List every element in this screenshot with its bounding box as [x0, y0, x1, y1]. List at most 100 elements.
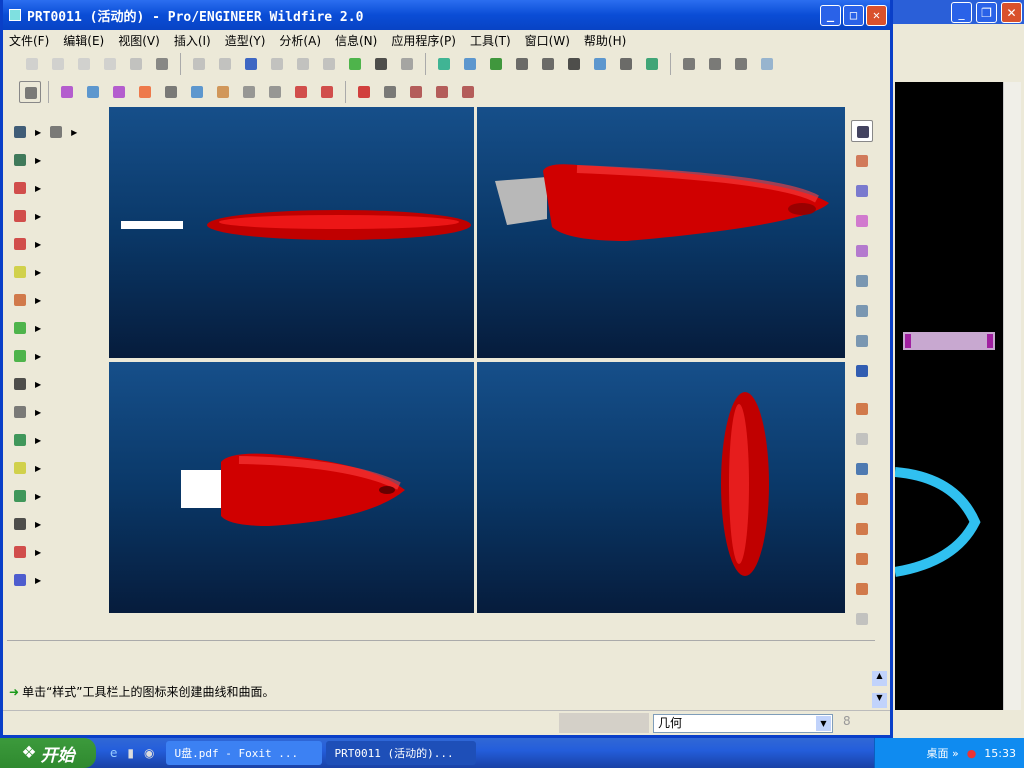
viewport-top-right[interactable] [477, 107, 845, 358]
wireframe-icon[interactable] [678, 53, 700, 75]
style-mode-icon[interactable] [19, 81, 41, 103]
scatter-icon[interactable] [9, 541, 31, 563]
hide-all-icon[interactable] [353, 81, 375, 103]
boundary-icon[interactable] [9, 457, 31, 479]
reorient-icon[interactable] [589, 53, 611, 75]
reflection-icon[interactable] [186, 81, 208, 103]
menu-help[interactable]: 帮助(H) [584, 32, 626, 49]
message-scroll-up[interactable]: ▲ [872, 671, 887, 686]
surface-icon[interactable] [9, 233, 31, 255]
copy-icon[interactable] [266, 53, 288, 75]
component-icon[interactable] [9, 569, 31, 591]
viewport-top-left[interactable] [109, 107, 474, 358]
menu-edit[interactable]: 编辑(E) [63, 32, 104, 49]
no-hidden-icon[interactable] [730, 53, 752, 75]
datum-axis-icon[interactable] [405, 81, 427, 103]
slope-analysis-icon[interactable] [160, 81, 182, 103]
desktop-toolbar-label[interactable]: 桌面 » [926, 745, 958, 761]
delete-surface-analysis-icon[interactable] [316, 81, 338, 103]
task-foxit[interactable]: U盘.pdf - Foxit ... [166, 741, 323, 765]
paste-icon[interactable] [292, 53, 314, 75]
chevron-down-icon[interactable]: ▼ [816, 716, 831, 731]
select-arrow-icon[interactable] [851, 120, 873, 142]
menu-analysis[interactable]: 分析(A) [279, 32, 321, 49]
extend-icon[interactable] [9, 345, 31, 367]
pattern-icon[interactable] [9, 373, 31, 395]
done-check-icon[interactable] [851, 360, 873, 382]
merge-icon[interactable] [9, 317, 31, 339]
point-create-icon[interactable] [851, 398, 873, 420]
table-icon[interactable] [9, 513, 31, 535]
sketch-curve-icon[interactable] [851, 548, 873, 570]
offset-analysis-icon[interactable] [108, 81, 130, 103]
style-curve-icon[interactable] [851, 180, 873, 202]
deviation-icon[interactable] [264, 81, 286, 103]
zoom-in-icon[interactable] [511, 53, 533, 75]
curve-icon[interactable] [9, 205, 31, 227]
viewport-bottom-left[interactable] [109, 362, 474, 613]
section-analysis-icon[interactable] [82, 81, 104, 103]
point-icon[interactable] [9, 177, 31, 199]
datum-point-icon[interactable] [431, 81, 453, 103]
undo-icon[interactable] [188, 53, 210, 75]
selection-filter[interactable]: 几何 ▼ [653, 714, 833, 733]
plane-tool-icon[interactable] [851, 488, 873, 510]
menu-info[interactable]: 信息(N) [335, 32, 377, 49]
sketch-icon[interactable] [9, 429, 31, 451]
ie-icon[interactable]: e [110, 746, 117, 760]
tray-icon[interactable]: ● [967, 747, 977, 760]
menu-tools[interactable]: 工具(T) [470, 32, 511, 49]
open-icon[interactable] [47, 53, 69, 75]
new-icon[interactable] [21, 53, 43, 75]
surface-trim-icon[interactable] [851, 300, 873, 322]
surface-connect-icon[interactable] [851, 270, 873, 292]
db-icon[interactable] [9, 401, 31, 423]
datum-icon[interactable] [485, 53, 507, 75]
curve-analysis-icon[interactable] [56, 81, 78, 103]
save-icon[interactable] [73, 53, 95, 75]
save-copy-icon[interactable] [125, 53, 147, 75]
sketch-view-icon[interactable] [459, 53, 481, 75]
layers-icon[interactable] [641, 53, 663, 75]
minimize-button[interactable]: _ [951, 2, 972, 23]
trim-icon[interactable] [9, 289, 31, 311]
quicklaunch-icon-2[interactable]: ◉ [144, 746, 154, 760]
refit-icon[interactable] [563, 53, 585, 75]
restore-button[interactable]: ❐ [976, 2, 997, 23]
regenerate-icon[interactable] [240, 53, 262, 75]
hidden-line-icon[interactable] [704, 53, 726, 75]
edit-style-curve-icon[interactable] [851, 210, 873, 232]
csys-icon[interactable] [457, 81, 479, 103]
message-scroll-down[interactable]: ▼ [872, 693, 887, 708]
menu-style[interactable]: 造型(Y) [225, 32, 266, 49]
task-proe[interactable]: PRT0011 (活动的)... [326, 741, 477, 765]
surface-edit-icon[interactable] [851, 330, 873, 352]
model-player-icon[interactable] [344, 53, 366, 75]
curve-on-surface-icon[interactable] [851, 458, 873, 480]
quicklaunch-icon[interactable]: ▮ [127, 746, 134, 760]
paste-special-icon[interactable] [318, 53, 340, 75]
zoom-out-icon[interactable] [537, 53, 559, 75]
orient-icon[interactable] [433, 53, 455, 75]
edit-curve-icon[interactable] [9, 261, 31, 283]
draft-analysis-icon[interactable] [212, 81, 234, 103]
redo-icon[interactable] [214, 53, 236, 75]
background-scrollbar[interactable] [1003, 82, 1021, 710]
find-icon[interactable] [370, 53, 392, 75]
menu-window[interactable]: 窗口(W) [525, 32, 570, 49]
new-feature-icon[interactable] [9, 121, 31, 143]
viewport-bottom-right[interactable] [477, 362, 845, 613]
delete-curve-analysis-icon[interactable] [290, 81, 312, 103]
menu-insert[interactable]: 插入(I) [174, 32, 211, 49]
start-button[interactable]: ❖ 开始 [0, 738, 96, 768]
blend-icon[interactable] [9, 485, 31, 507]
menu-file[interactable]: 文件(F) [9, 32, 49, 49]
active-plane-icon[interactable] [851, 150, 873, 172]
gaussian-curvature-icon[interactable] [134, 81, 156, 103]
print-icon[interactable] [151, 53, 173, 75]
style-surface-icon[interactable] [851, 240, 873, 262]
datum-plane-icon[interactable] [379, 81, 401, 103]
select-box-icon[interactable] [396, 53, 418, 75]
shading-icon[interactable] [756, 53, 778, 75]
maximize-button[interactable]: □ [843, 4, 864, 26]
